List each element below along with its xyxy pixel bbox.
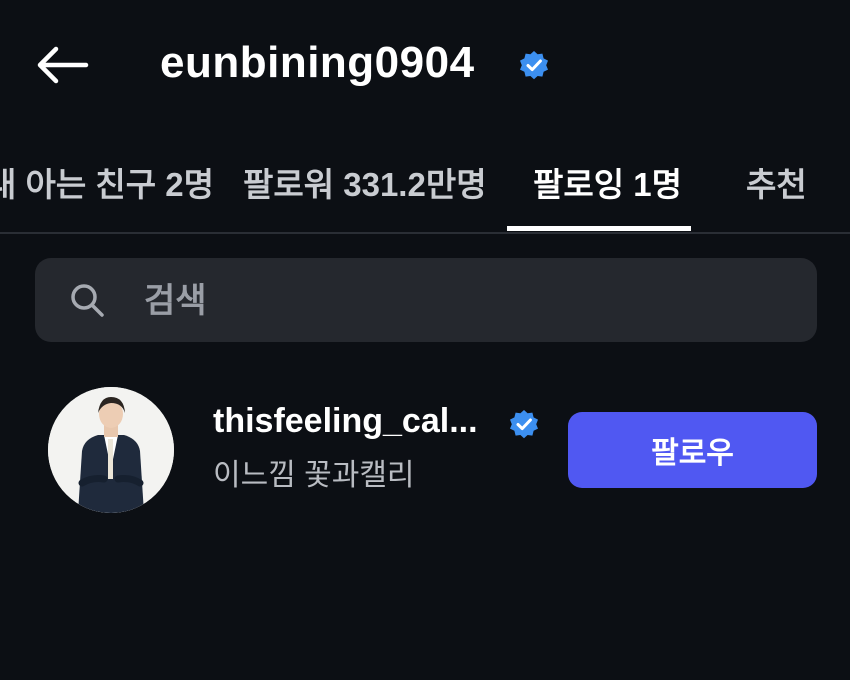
list-item[interactable]: thisfeeling_cal... 이느낌 꽃과캘리 팔로우 (0, 385, 850, 515)
follow-button[interactable]: 팔로우 (568, 412, 817, 488)
search-bar[interactable] (35, 258, 817, 342)
tab-mutual-friends[interactable]: 내 아는 친구 2명 (0, 158, 214, 206)
active-tab-indicator (507, 226, 691, 231)
top-app-bar: eunbining0904 (0, 0, 850, 130)
tab-following[interactable]: 팔로잉 1명 (533, 158, 682, 206)
arrow-left-icon (37, 46, 89, 84)
search-input[interactable] (142, 278, 746, 324)
verified-badge-icon (520, 51, 548, 80)
follow-tabs: 내 아는 친구 2명 팔로워 331.2만명 팔로잉 1명 추천 (0, 130, 850, 234)
list-item-username[interactable]: thisfeeling_cal... (213, 402, 478, 441)
search-icon (71, 284, 104, 317)
tab-followers[interactable]: 팔로워 331.2만명 (243, 158, 487, 206)
back-button[interactable] (34, 45, 90, 85)
profile-username-title: eunbining0904 (160, 38, 475, 87)
list-item-display-name: 이느낌 꽃과캘리 (213, 459, 415, 492)
avatar-photo (48, 387, 174, 513)
avatar[interactable] (48, 387, 174, 513)
verified-badge-icon (510, 410, 538, 439)
tab-suggested[interactable]: 추천 (746, 158, 807, 206)
